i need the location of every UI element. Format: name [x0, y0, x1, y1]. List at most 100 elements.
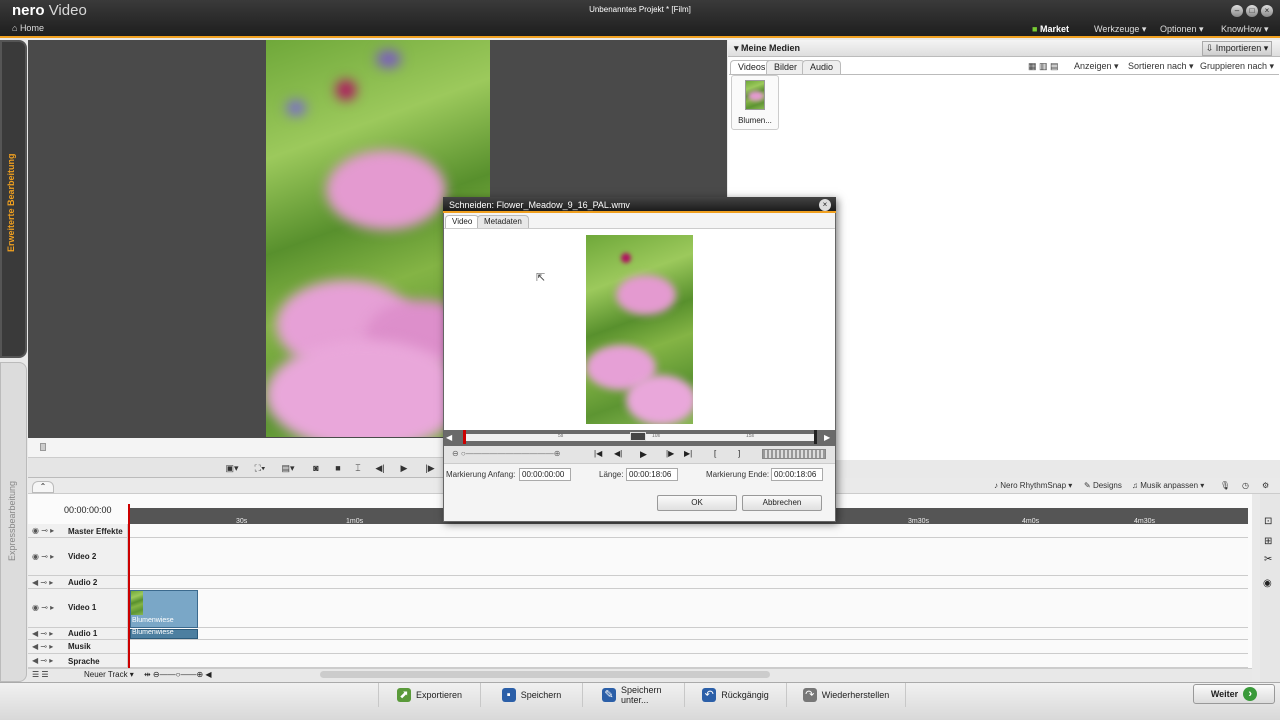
cancel-button[interactable]: Abbrechen	[742, 495, 822, 511]
view-mode-icons[interactable]: ▦ ▥ ▤	[1028, 61, 1059, 72]
go-end-icon[interactable]: ▶|	[684, 449, 692, 458]
save-button[interactable]: ▪ Speichern	[480, 683, 582, 707]
close-icon[interactable]: ×	[1261, 5, 1273, 17]
play-icon[interactable]: ▶	[396, 461, 412, 475]
scrub-right-icon[interactable]: ▶	[824, 433, 830, 442]
media-item-label: Blumen...	[738, 116, 772, 125]
next-button[interactable]: Weiter ›	[1193, 684, 1275, 704]
dial-icon[interactable]: ◉	[1263, 578, 1272, 589]
mark-start-field[interactable]: 00:00:00:00	[519, 468, 571, 481]
length-label: Länge:	[599, 470, 624, 479]
display-mode-icon[interactable]: ▣▾	[224, 461, 240, 475]
track-view-icons[interactable]: ☰ ☰	[32, 670, 49, 679]
zoom-slider[interactable]: ⇹ ⊖——○——⊕ ◀	[144, 670, 212, 679]
mark-end-handle[interactable]	[814, 430, 817, 444]
dialog-play-icon[interactable]: ▶	[640, 449, 647, 460]
track-video-1[interactable]: ◉ ⊸ ▸ Video 1	[28, 589, 1248, 628]
next-frame-icon[interactable]: |▶	[666, 449, 674, 458]
group-dropdown[interactable]: Gruppieren nach ▾	[1200, 61, 1274, 72]
media-item-thumbnail	[745, 80, 765, 110]
next-frame-icon[interactable]: |▶	[422, 461, 438, 475]
mark-start-label: Markierung Anfang:	[446, 470, 516, 479]
save-icon: ▪	[501, 688, 516, 702]
arrow-right-icon: ›	[1243, 687, 1258, 701]
redo-button[interactable]: ↷ Wiederherstellen	[786, 683, 906, 707]
new-track-dropdown[interactable]: Neuer Track ▾	[84, 670, 134, 679]
designs-button[interactable]: ✎ Designs	[1084, 481, 1122, 490]
dialog-title: Schneiden: Flower_Meadow_9_16_PAL.wmv	[449, 200, 630, 210]
menu-knowhow[interactable]: KnowHow ▾	[1221, 24, 1269, 35]
track-master-effects[interactable]: ◉ ⊸ ▸ Master Effekte	[28, 524, 1248, 538]
timer-icon[interactable]: ◷	[1242, 481, 1249, 490]
marker-icon[interactable]: ⊡	[1264, 516, 1272, 527]
scissors-icon[interactable]: ✂	[1264, 554, 1272, 565]
side-toolbar: ⊡ ⊞ ✂ ◉	[1260, 494, 1280, 684]
media-header	[728, 40, 1280, 57]
undo-button[interactable]: ↶ Rückgängig	[684, 683, 786, 707]
undo-icon: ↶	[702, 688, 717, 702]
dialog-controls: ⊖ ○———————————⊕ |◀ ◀| ▶ |▶ ▶| [ ]	[444, 446, 835, 464]
track-video-2[interactable]: ◉ ⊸ ▸ Video 2	[28, 538, 1248, 576]
window-title: Unbenanntes Projekt * [Film]	[589, 5, 691, 14]
aspect-icon[interactable]: ▤▾	[280, 461, 296, 475]
save-as-icon: ✎	[602, 688, 616, 702]
go-start-icon[interactable]: |◀	[594, 449, 602, 458]
export-icon: ⬈	[396, 688, 411, 702]
tab-bilder[interactable]: Bilder	[766, 60, 806, 74]
mark-start-handle[interactable]	[463, 430, 466, 444]
timeline-scrollbar[interactable]	[320, 671, 770, 678]
prev-frame-icon[interactable]: ◀|	[614, 449, 622, 458]
dialog-close-icon[interactable]: ×	[819, 199, 831, 211]
prev-frame-icon[interactable]: ◀|	[372, 461, 388, 475]
scrub-tick: 10s	[652, 433, 661, 439]
sort-dropdown[interactable]: Sortieren nach ▾	[1128, 61, 1194, 72]
tab-audio[interactable]: Audio	[802, 60, 842, 74]
dialog-tab-video[interactable]: Video	[445, 215, 480, 228]
dialog-tab-metadata[interactable]: Metadaten	[477, 215, 529, 228]
fullscreen-icon[interactable]: ⛶▾	[252, 461, 268, 475]
export-button[interactable]: ⬈ Exportieren	[378, 683, 480, 707]
view-dropdown[interactable]: Anzeigen ▾	[1074, 61, 1119, 72]
stop-icon[interactable]: ■	[330, 461, 346, 475]
settings-icon[interactable]: ⚙	[1262, 481, 1269, 490]
snapshot-icon[interactable]: ◙	[308, 461, 324, 475]
jog-wheel[interactable]	[762, 449, 826, 459]
music-adjust-button[interactable]: ♫ Musik anpassen ▾	[1132, 481, 1204, 490]
maximize-icon[interactable]: □	[1246, 5, 1258, 17]
set-end-icon[interactable]: ]	[738, 449, 740, 458]
ok-button[interactable]: OK	[657, 495, 737, 511]
import-button[interactable]: ⇩ Importieren ▾	[1202, 41, 1272, 56]
mark-end-field[interactable]: 00:00:18:06	[771, 468, 823, 481]
playhead[interactable]	[128, 504, 130, 668]
track-music[interactable]: ◀ ⊸ ▸ Musik	[28, 640, 1248, 654]
track-audio-1[interactable]: ◀ ⊸ ▸ Audio 1	[28, 628, 1248, 640]
set-start-icon[interactable]: [	[714, 449, 716, 458]
microphone-icon[interactable]: 🎙	[1220, 481, 1230, 490]
menu-market[interactable]: ■ Market	[1032, 24, 1069, 34]
video-clip-label: Blumenwiese	[132, 617, 174, 624]
collapse-icon[interactable]: ⌃	[32, 481, 54, 493]
timeline-timecode: 00:00:00:00	[64, 505, 112, 515]
grid-icon[interactable]: ⊞	[1264, 536, 1272, 547]
mark-end-label: Markierung Ende:	[706, 470, 770, 479]
scrub-tick: 5s	[558, 433, 564, 439]
redo-icon: ↷	[802, 688, 817, 702]
scrub-left-icon[interactable]: ◀	[446, 433, 452, 442]
home-link[interactable]: ⌂ Home	[12, 23, 44, 33]
track-speech[interactable]: ◀ ⊸ ▸ Sprache	[28, 654, 1248, 668]
scrub-position[interactable]	[630, 432, 646, 441]
scrub-tick: 15s	[746, 433, 755, 439]
advanced-editing-strip[interactable]: Erweiterte Bearbeitung	[0, 40, 27, 358]
express-editing-strip[interactable]: Expressbearbeitung	[0, 362, 27, 682]
menu-optionen[interactable]: Optionen ▾	[1160, 24, 1204, 35]
save-as-button[interactable]: ✎ Speichern unter...	[582, 683, 684, 707]
minimize-icon[interactable]: –	[1231, 5, 1243, 17]
track-audio-2[interactable]: ◀ ⊸ ▸ Audio 2	[28, 576, 1248, 589]
dialog-scrubber[interactable]: 5s 10s 15s ◀ ▶	[444, 430, 835, 446]
rhythmsnap-button[interactable]: ♪ Nero RhythmSnap ▾	[994, 481, 1072, 490]
length-field[interactable]: 00:00:18:06	[626, 468, 678, 481]
dialog-zoom-slider[interactable]: ⊖ ○———————————⊕	[452, 449, 560, 458]
media-title[interactable]: ▾ Meine Medien	[734, 43, 800, 54]
menu-werkzeuge[interactable]: Werkzeuge ▾	[1094, 24, 1146, 35]
split-icon[interactable]: ⌶	[350, 461, 366, 475]
